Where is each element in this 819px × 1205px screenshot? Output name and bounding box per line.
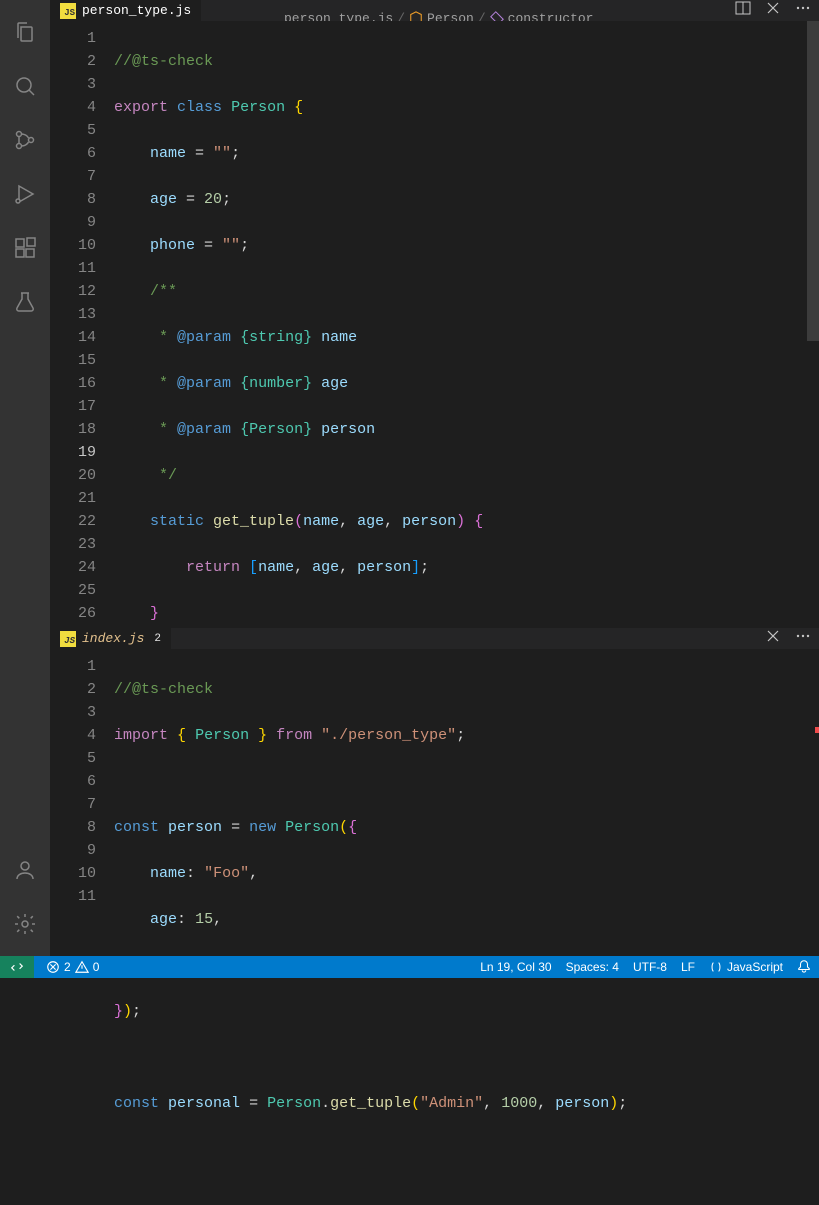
tab-label: person_type.js <box>82 3 191 18</box>
indentation[interactable]: Spaces: 4 <box>566 960 619 974</box>
run-debug-icon[interactable] <box>1 170 49 218</box>
language-mode[interactable]: JavaScript <box>709 960 783 974</box>
extensions-icon[interactable] <box>1 224 49 272</box>
line-gutter: 12345 67891011 <box>50 649 114 1205</box>
activity-bar <box>0 0 50 978</box>
testing-icon[interactable] <box>1 278 49 326</box>
line-gutter: 12345 678910 1112131415 1617181920 21222… <box>50 21 114 628</box>
minimap[interactable] <box>741 21 819 628</box>
more-icon[interactable] <box>795 628 811 649</box>
tabbar-bottom: JS index.js 2 <box>50 628 819 649</box>
tab-label: index.js <box>82 631 144 646</box>
account-icon[interactable] <box>1 846 49 894</box>
code-content[interactable]: //@ts-check import { Person } from "./pe… <box>114 649 819 1205</box>
close-icon[interactable] <box>765 628 781 649</box>
eol[interactable]: LF <box>681 960 695 974</box>
settings-gear-icon[interactable] <box>1 900 49 948</box>
editor-area: JS person_type.js person_type.js / Perso… <box>50 0 819 978</box>
explorer-icon[interactable] <box>1 8 49 56</box>
problems-badge: 2 <box>154 633 161 645</box>
tab-person-type[interactable]: JS person_type.js <box>50 0 202 21</box>
tab-index[interactable]: JS index.js 2 <box>50 628 172 649</box>
notifications-icon[interactable] <box>797 959 811 976</box>
js-file-icon: JS <box>60 631 76 647</box>
problems-indicator[interactable]: 2 0 <box>46 960 99 974</box>
js-file-icon: JS <box>60 3 76 19</box>
minimap[interactable] <box>741 649 819 1205</box>
more-icon[interactable] <box>795 0 811 21</box>
editor-top[interactable]: 12345 678910 1112131415 1617181920 21222… <box>50 21 819 628</box>
editor-bottom[interactable]: 12345 67891011 //@ts-check import { Pers… <box>50 649 819 1205</box>
remote-indicator[interactable] <box>0 956 34 978</box>
cursor-position[interactable]: Ln 19, Col 30 <box>480 960 551 974</box>
encoding[interactable]: UTF-8 <box>633 960 667 974</box>
search-icon[interactable] <box>1 62 49 110</box>
status-bar: 2 0 Ln 19, Col 30 Spaces: 4 UTF-8 LF Jav… <box>0 956 819 978</box>
close-icon[interactable] <box>765 0 781 21</box>
source-control-icon[interactable] <box>1 116 49 164</box>
split-editor-icon[interactable] <box>735 0 751 21</box>
code-content[interactable]: //@ts-check export class Person { name =… <box>114 21 819 628</box>
